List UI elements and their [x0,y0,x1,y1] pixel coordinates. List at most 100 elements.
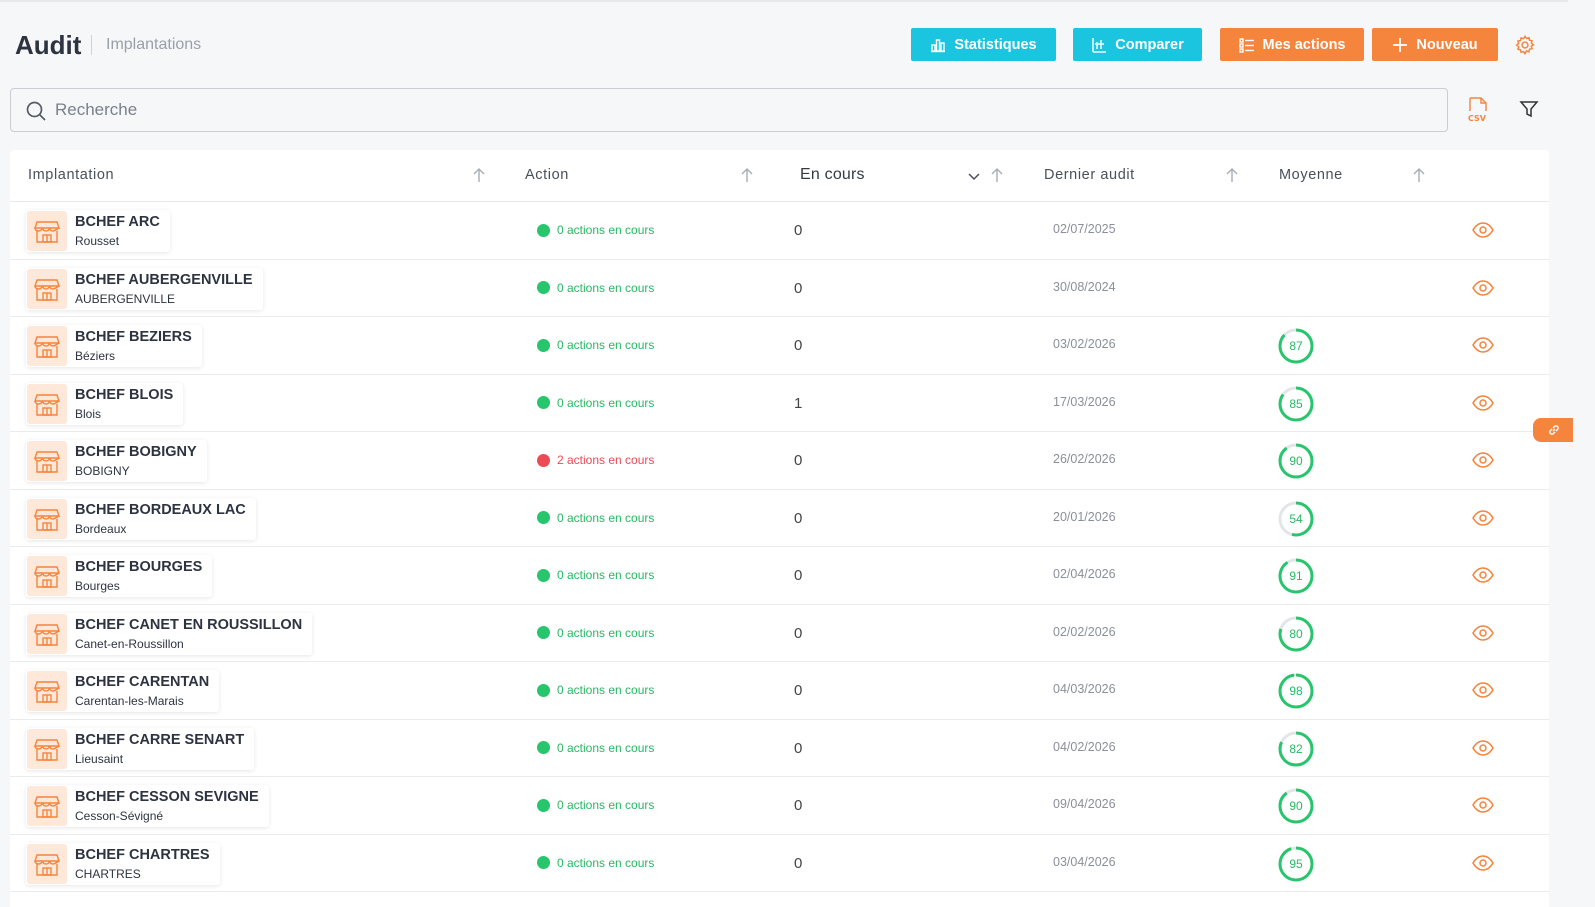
site-name: BCHEF BOBIGNY [75,444,197,460]
site-name: BCHEF ARC [75,214,160,230]
eye-icon[interactable] [1472,739,1494,756]
site-card[interactable]: BCHEF BOURGES Bourges [26,555,213,597]
eye-icon[interactable] [1472,279,1494,296]
eye-icon[interactable] [1472,452,1494,468]
eye-icon[interactable] [1472,682,1494,698]
column-moyenne[interactable]: Moyenne [1279,167,1343,183]
column-implantation[interactable]: Implantation [28,167,114,183]
score-ring: 87 [1278,328,1314,364]
site-city: CHARTRES [75,866,141,881]
svg-text:CSV: CSV [1468,114,1487,123]
csv-file-icon[interactable]: CSV [1466,97,1490,123]
sort-arrow-icon[interactable] [472,167,486,183]
link-icon [1549,425,1559,435]
site-icon-box [27,671,67,711]
column-action[interactable]: Action [525,167,569,183]
action-status: 0 actions en cours [537,741,654,755]
eye-icon[interactable] [1472,337,1494,353]
score-value: 98 [1289,684,1303,698]
table-row[interactable]: BCHEF BOURGES Bourges 0 actions en cours 0 0… [10,547,1549,605]
compare-chart-icon [1092,37,1107,53]
eye-icon[interactable] [1472,624,1494,641]
store-icon [34,451,60,473]
side-link-tab[interactable] [1533,418,1573,442]
en-cours-count: 0 [794,222,803,239]
site-card[interactable]: BCHEF BEZIERS Béziers [26,325,202,367]
nouveau-button[interactable]: Nouveau [1372,28,1498,61]
action-text: 0 actions en cours [557,510,655,525]
store-icon [34,738,60,761]
status-dot [537,338,550,352]
site-city: AUBERGENVILLE [75,291,176,306]
mes-actions-button[interactable]: Mes actions [1220,28,1364,61]
en-cours-count: 0 [794,337,803,354]
table-row[interactable]: BCHEF CARRE SENART Lieusaint 0 actions en … [10,720,1549,777]
site-city: Bordeaux [75,521,127,536]
statistiques-button[interactable]: Statistiques [911,28,1056,61]
score-ring: 85 [1278,386,1314,422]
site-icon-box [27,211,67,251]
site-card[interactable]: BCHEF CESSON SEVIGNE Cesson-Sévigné [26,785,269,827]
site-card[interactable]: BCHEF CHARTRES CHARTRES [26,842,220,885]
site-card[interactable]: BCHEF CANET EN ROUSSILLON Canet-en-Roussi… [26,612,313,655]
site-card[interactable]: BCHEF BLOIS Blois [26,382,184,425]
last-audit-date: 03/04/2026 [1053,854,1116,869]
site-icon-box [27,441,67,481]
gear-icon[interactable] [1514,34,1536,56]
en-cours-count: 0 [794,567,803,584]
sort-arrow-icon[interactable] [1412,167,1426,183]
site-name: BCHEF CARRE SENART [75,731,245,748]
table-row[interactable]: BCHEF CESSON SEVIGNE Cesson-Sévigné 0 acti… [10,777,1549,835]
search-icon [26,101,46,121]
eye-icon[interactable] [1472,509,1494,526]
score-ring: 90 [1278,443,1314,479]
search-bar [10,88,1448,132]
sort-arrow-icon[interactable] [990,167,1004,183]
score-ring: 98 [1278,673,1314,709]
score-value: 85 [1289,396,1303,411]
eye-icon[interactable] [1472,394,1494,411]
site-card[interactable]: BCHEF AUBERGENVILLE AUBERGENVILLE [26,267,263,310]
site-card[interactable]: BCHEF CARRE SENART Lieusaint [26,727,255,770]
site-icon-box [27,613,67,654]
last-audit-date: 02/07/2025 [1053,222,1116,236]
site-card[interactable]: BCHEF CARENTAN Carentan-les-Marais [26,670,220,712]
filter-icon[interactable] [1519,99,1539,119]
chevron-down-icon[interactable] [967,169,981,185]
table-row[interactable]: BCHEF BOBIGNY BOBIGNY 2 actions en cours 0 2… [10,432,1549,490]
status-dot [537,626,550,639]
column-en-cours[interactable]: En cours [800,166,865,184]
eye-icon[interactable] [1472,222,1494,238]
table-row[interactable]: BCHEF AUBERGENVILLE AUBERGENVILLE 0 action… [10,260,1549,317]
en-cours-count: 1 [794,394,803,412]
eye-icon[interactable] [1472,797,1494,813]
table-row[interactable]: BCHEF ARC Rousset 0 actions en cours 0 02/07… [10,202,1549,260]
store-icon [34,336,60,358]
table-row[interactable]: BCHEF CHARTRES CHARTRES 0 actions en cours… [10,835,1549,892]
table-row[interactable]: BCHEF BEZIERS Béziers 0 actions en cours 0 0… [10,317,1549,375]
table-row[interactable]: BCHEF BORDEAUX LAC Bordeaux 0 actions en c… [10,490,1549,547]
score-value: 87 [1289,339,1303,353]
search-input[interactable] [55,97,1425,123]
sort-arrow-icon[interactable] [1225,167,1239,183]
status-dot [537,798,550,812]
site-card[interactable]: BCHEF BORDEAUX LAC Bordeaux [26,497,256,540]
action-status: 0 actions en cours [537,798,654,812]
site-icon-box [27,728,67,769]
table-row[interactable]: BCHEF CARENTAN Carentan-les-Marais 0 actio… [10,662,1549,720]
en-cours-count: 0 [794,624,803,642]
table-row[interactable]: BCHEF BLOIS Blois 0 actions en cours 1 17/03… [10,375,1549,432]
column-dernier-audit[interactable]: Dernier audit [1044,167,1135,183]
sort-arrow-icon[interactable] [740,167,754,183]
action-status: 0 actions en cours [537,223,654,237]
status-dot [537,396,550,409]
eye-icon[interactable] [1472,567,1494,583]
eye-icon[interactable] [1472,854,1494,871]
action-status: 0 actions en cours [537,396,654,410]
site-icon-box [27,786,67,826]
comparer-button[interactable]: Comparer [1073,28,1202,61]
site-card[interactable]: BCHEF ARC Rousset [26,210,170,252]
site-card[interactable]: BCHEF BOBIGNY BOBIGNY [26,440,207,482]
store-icon [34,853,60,876]
table-row[interactable]: BCHEF CANET EN ROUSSILLON Canet-en-Roussi… [10,605,1549,662]
